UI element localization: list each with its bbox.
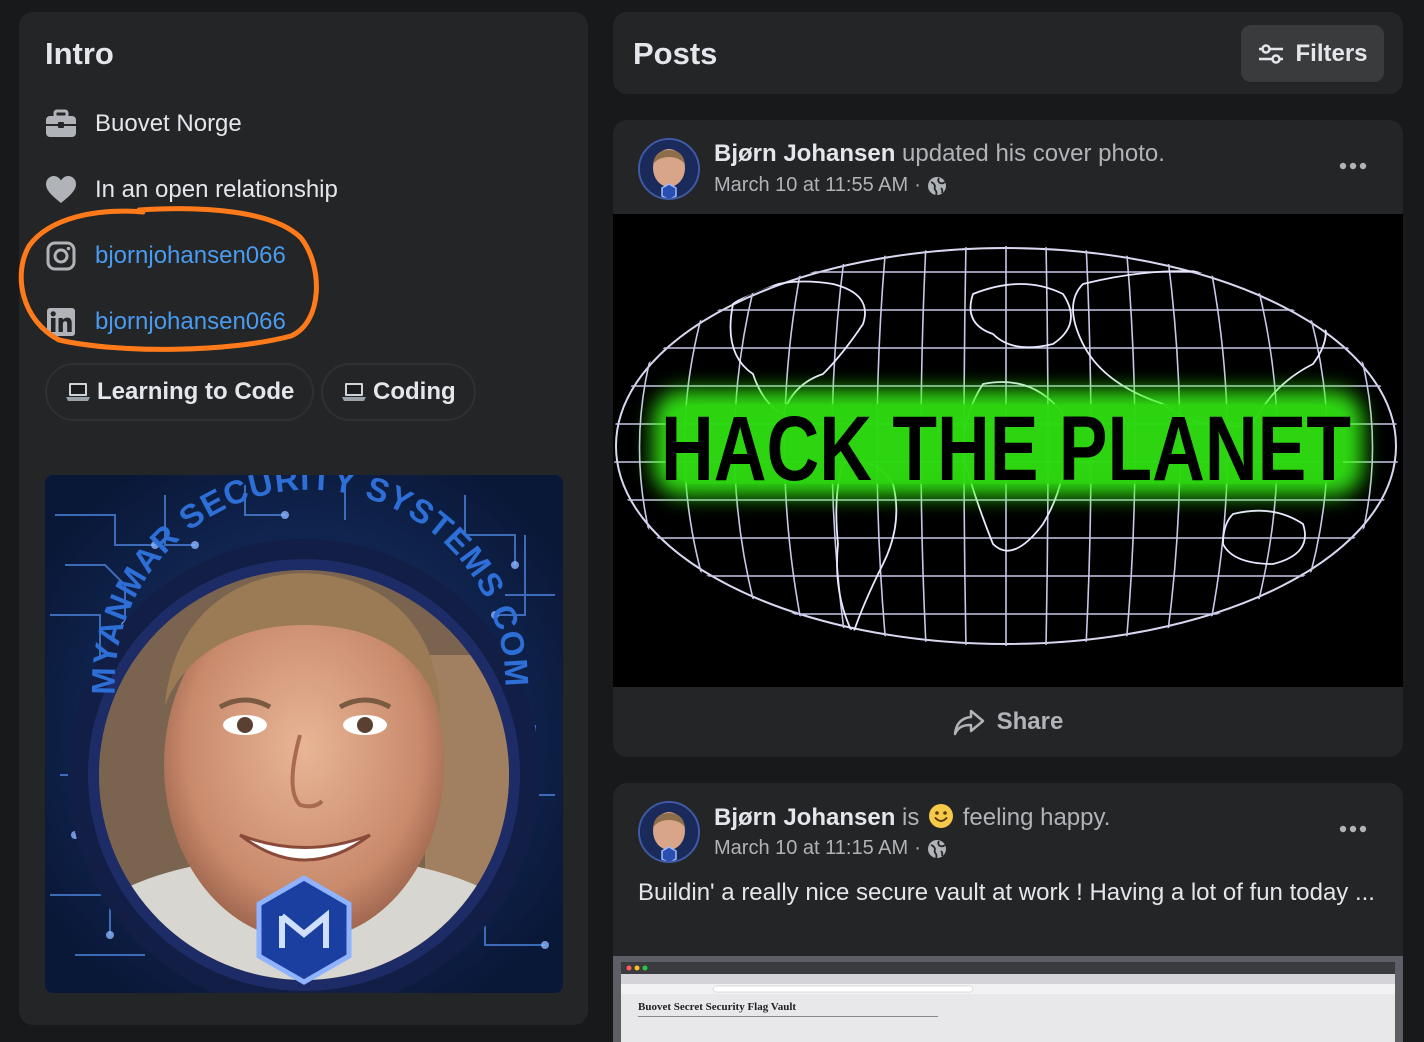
- post-meta: March 10 at 11:55 AM ·: [714, 174, 947, 197]
- post-card: Bjørn Johansen updated his cover photo. …: [613, 120, 1403, 757]
- briefcase-icon: [45, 108, 77, 140]
- posts-header: Posts Filters: [613, 12, 1403, 94]
- post-author-line: Bjørn Johansen is feeling happy.: [714, 803, 1110, 832]
- laptop-icon: [66, 383, 90, 401]
- post-author-line: Bjørn Johansen updated his cover photo.: [714, 140, 1165, 168]
- post-options-button[interactable]: [1333, 146, 1373, 186]
- hobby-chip-learning-to-code[interactable]: Learning to Code: [45, 363, 315, 421]
- heart-icon: [45, 174, 77, 206]
- feeling-text: feeling happy.: [962, 804, 1111, 831]
- hobby-label: Learning to Code: [97, 378, 295, 405]
- intro-workplace: Buovet Norge: [45, 104, 242, 144]
- smiley-icon: [929, 804, 954, 828]
- intro-linkedin[interactable]: bjornjohansen066: [45, 302, 286, 342]
- share-icon: [953, 709, 984, 736]
- author-name[interactable]: Bjørn Johansen: [714, 140, 895, 167]
- post-timestamp[interactable]: March 10 at 11:55 AM: [714, 174, 908, 197]
- post-attached-photo[interactable]: Buovet Secret Security Flag Vault: [613, 956, 1403, 1042]
- share-label: Share: [996, 708, 1064, 735]
- sliders-icon: [1259, 43, 1284, 64]
- posts-title: Posts: [633, 36, 718, 71]
- post-meta: March 10 at 11:15 AM ·: [714, 837, 947, 860]
- post-card: Bjørn Johansen is feeling happy. March 1…: [613, 783, 1403, 1042]
- linkedin-icon: [45, 306, 77, 338]
- meta-separator: ·: [914, 174, 921, 196]
- author-avatar[interactable]: [638, 801, 700, 863]
- author-avatar[interactable]: [638, 138, 700, 200]
- share-button[interactable]: Share: [613, 687, 1403, 757]
- filters-label: Filters: [1295, 39, 1368, 67]
- cover-photo[interactable]: HACK THE PLANET: [613, 214, 1403, 687]
- profile-photo[interactable]: MYANMAR SECURITY SYSTEMS COMMUNITY: [45, 475, 563, 993]
- more-options-icon: [1339, 162, 1367, 170]
- post-body-text: Buildin' a really nice secure vault at w…: [638, 879, 1375, 906]
- attached-page-title: Buovet Secret Security Flag Vault: [638, 1001, 796, 1013]
- post-timestamp[interactable]: March 10 at 11:15 AM: [714, 837, 908, 860]
- intro-instagram[interactable]: bjornjohansen066: [45, 236, 286, 276]
- author-name[interactable]: Bjørn Johansen: [714, 804, 895, 831]
- filters-button[interactable]: Filters: [1241, 25, 1384, 82]
- intro-title: Intro: [45, 36, 114, 71]
- globe-icon: [927, 176, 946, 195]
- instagram-icon: [45, 240, 77, 272]
- hobby-chip-coding[interactable]: Coding: [321, 363, 476, 421]
- workplace-text: Buovet Norge: [95, 110, 242, 137]
- intro-relationship: In an open relationship: [45, 170, 338, 210]
- post-action: updated his cover photo.: [895, 140, 1165, 167]
- post-options-button[interactable]: [1333, 809, 1373, 849]
- post-action: is: [895, 804, 927, 831]
- laptop-icon: [342, 383, 366, 401]
- relationship-text: In an open relationship: [95, 176, 338, 203]
- more-options-icon: [1339, 825, 1367, 833]
- meta-separator: ·: [914, 837, 921, 859]
- hobby-label: Coding: [373, 378, 456, 405]
- cover-photo-text: HACK THE PLANET: [661, 398, 1351, 500]
- intro-card: Intro Buovet Norge In an open relationsh…: [18, 12, 588, 1025]
- instagram-link[interactable]: bjornjohansen066: [95, 242, 286, 270]
- globe-icon: [927, 839, 946, 858]
- linkedin-link[interactable]: bjornjohansen066: [95, 308, 286, 336]
